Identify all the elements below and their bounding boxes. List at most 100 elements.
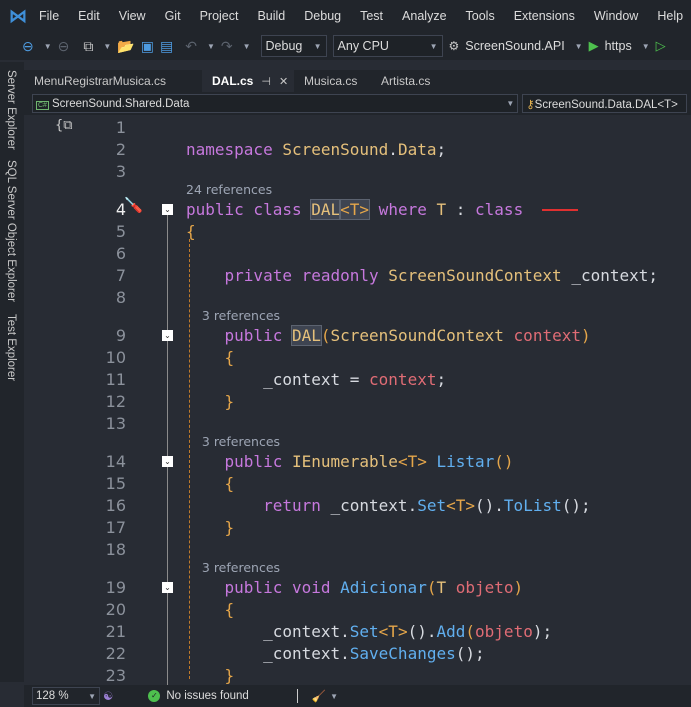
code-token: ();: [455, 643, 485, 663]
launch-profile-button[interactable]: https: [605, 39, 632, 53]
cleanup-dropdown[interactable]: ▼: [330, 692, 338, 701]
code-token: ().: [407, 622, 437, 641]
line-number: 15: [105, 474, 126, 494]
code-line: 13: [24, 413, 691, 435]
back-dropdown[interactable]: ▼: [44, 42, 52, 51]
collapse-toggle[interactable]: ⌄: [162, 330, 173, 342]
type-value: ScreenSound.Data.DAL<T>: [534, 98, 678, 111]
code-token: ): [580, 326, 591, 346]
type-dropdown[interactable]: ⚷ScreenSound.Data.DAL<T>: [522, 94, 687, 113]
pin-icon[interactable]: ⊣: [261, 75, 271, 88]
undo-icon[interactable]: ↶: [185, 38, 197, 55]
new-project-icon[interactable]: ⧉: [83, 38, 93, 55]
code-line: 4 ⌄ public class DAL<T> where T : class: [24, 199, 691, 221]
code-text: }: [186, 517, 235, 539]
menu-help[interactable]: Help: [657, 9, 683, 23]
menu-test[interactable]: Test: [360, 9, 383, 23]
startup-dropdown[interactable]: ▼: [575, 42, 583, 51]
code-text: namespace ScreenSound.Data;: [186, 139, 446, 161]
line-number: 12: [105, 391, 126, 411]
profile-dropdown[interactable]: ▼: [642, 42, 650, 51]
tab-musica[interactable]: Musica.cs: [294, 70, 371, 92]
menu-view[interactable]: View: [119, 9, 146, 23]
class-icon: ⚷: [526, 98, 535, 111]
redo-icon[interactable]: ↷: [221, 38, 233, 55]
code-lens-references[interactable]: 24 references: [186, 181, 272, 198]
menu-project[interactable]: Project: [200, 9, 239, 23]
configuration-select[interactable]: Debug ▼: [260, 35, 327, 57]
new-dropdown[interactable]: ▼: [103, 42, 111, 51]
code-token: objeto: [455, 578, 514, 598]
menu-file[interactable]: File: [39, 9, 59, 23]
tab-dal[interactable]: DAL.cs ⊣ ✕: [202, 70, 294, 92]
save-icon[interactable]: ▣: [141, 38, 154, 55]
collapse-toggle[interactable]: ⌄: [162, 204, 173, 216]
menu-window[interactable]: Window: [594, 9, 638, 23]
zoom-select[interactable]: 128 % ▼: [32, 687, 100, 705]
code-text: public class DAL<T> where T : class: [186, 199, 523, 221]
code-token: public class: [186, 200, 312, 220]
start-debugging-icon[interactable]: ▶: [589, 38, 599, 54]
forward-icon[interactable]: ⊖: [58, 38, 70, 55]
code-lens-references[interactable]: 3 references: [186, 307, 280, 324]
menu-git[interactable]: Git: [165, 9, 181, 23]
menu-extensions[interactable]: Extensions: [514, 9, 575, 23]
startup-project-select[interactable]: ScreenSound.API: [465, 39, 564, 53]
zoom-value: 128 %: [36, 690, 69, 702]
issues-status[interactable]: No issues found: [166, 690, 248, 702]
code-token: _context.: [186, 643, 350, 663]
tab-label: Musica.cs: [304, 74, 358, 88]
toolbar: ⊖ ▼ ⊖ ⧉ ▼ 📂 ▣ ▤ ↶ ▼ ↷ ▼ Debug ▼ Any CPU ▼ ⚙ Sc…: [0, 32, 691, 60]
close-icon[interactable]: ✕: [279, 75, 288, 88]
menu-tools[interactable]: Tools: [466, 9, 495, 23]
platform-select[interactable]: Any CPU ▼: [332, 35, 443, 57]
tab-artista[interactable]: Artista.cs: [371, 70, 440, 92]
collapse-toggle[interactable]: ⌄: [162, 582, 173, 594]
sql-server-object-explorer-tab[interactable]: SQL Server Object Explorer: [5, 160, 17, 302]
line-number: 21: [105, 622, 126, 641]
menu-edit[interactable]: Edit: [78, 9, 100, 23]
code-token: _context.: [186, 622, 350, 641]
start-without-debugging-icon[interactable]: ▷: [656, 38, 666, 54]
menu-build[interactable]: Build: [257, 9, 285, 23]
side-tool-tabs: Server Explorer SQL Server Object Explor…: [0, 62, 24, 682]
code-text: _context.Set<T>().Add(objeto);: [186, 621, 552, 643]
line-number: 5: [115, 222, 126, 242]
code-text: }: [186, 391, 235, 413]
code-text: public void Adicionar(T objeto): [186, 577, 524, 599]
undo-dropdown[interactable]: ▼: [207, 42, 215, 51]
code-cleanup-icon[interactable]: 🧹: [312, 689, 326, 703]
line-number: 14: [105, 452, 126, 472]
tab-label: MenuRegistrarMusica.cs: [34, 74, 167, 88]
save-all-icon[interactable]: ▤: [160, 38, 173, 55]
code-token: class: [475, 200, 524, 220]
code-token: :: [446, 200, 476, 220]
back-icon[interactable]: ⊖: [22, 38, 34, 55]
code-lens-references[interactable]: 3 references: [186, 559, 280, 576]
code-text: public IEnumerable<T> Listar(): [186, 451, 514, 473]
divider: [296, 689, 298, 703]
code-editor[interactable]: {⧉ 🪛 1 2 namespace ScreenSound.Data; 3 24 re…: [24, 115, 691, 685]
code-lens-references[interactable]: 3 references: [186, 433, 280, 450]
open-folder-icon[interactable]: 📂: [117, 38, 134, 55]
code-token: {: [186, 600, 235, 620]
copilot-icon[interactable]: ☯: [103, 689, 113, 703]
code-token: (): [494, 452, 514, 472]
menu-analyze[interactable]: Analyze: [402, 9, 446, 23]
configuration-value: Debug: [265, 39, 303, 53]
visual-studio-logo-icon: ⋈: [9, 6, 27, 26]
tab-menuregistrarmusica[interactable]: MenuRegistrarMusica.cs: [24, 70, 202, 92]
test-explorer-tab[interactable]: Test Explorer: [5, 314, 17, 381]
code-token: }: [186, 665, 235, 685]
code-token: context: [369, 370, 437, 389]
server-explorer-tab[interactable]: Server Explorer: [5, 70, 17, 150]
menu-debug[interactable]: Debug: [304, 9, 341, 23]
tab-label: Artista.cs: [381, 74, 431, 88]
collapse-toggle[interactable]: ⌄: [162, 456, 173, 468]
line-number: 10: [105, 348, 126, 368]
code-token: private readonly: [186, 265, 389, 285]
project-dropdown[interactable]: C# ScreenSound.Shared.Data ▼: [32, 94, 519, 113]
code-token: (: [320, 326, 331, 346]
code-token: ScreenSoundContext: [330, 326, 514, 346]
redo-dropdown[interactable]: ▼: [243, 42, 251, 51]
